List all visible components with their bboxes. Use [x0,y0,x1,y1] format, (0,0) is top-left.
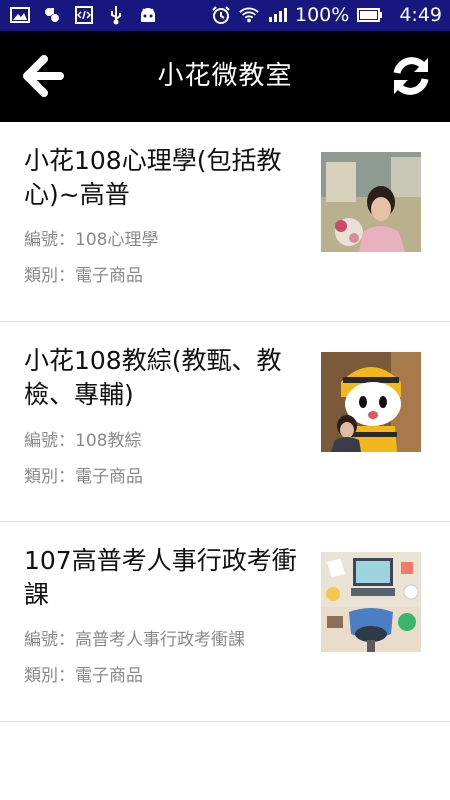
code-icon [74,6,94,24]
product-list: 小花108心理學(包括教心)~高普 編號：108心理學 類別：電子商品 小花10… [0,122,450,722]
refresh-icon [393,57,429,95]
status-bar: 100% 4:49 [0,0,450,31]
category-value: 電子商品 [75,666,143,686]
item-title: 107高普考人事行政考衝課 [24,546,297,609]
code-value: 高普考人事行政考衝課 [75,630,245,650]
code-label: 編號： [24,431,75,451]
page-title: 小花微教室 [157,61,293,91]
item-title: 小花108教綜(教甄、教檢、專輔) [24,346,282,409]
system-icons: 100% 4:49 [211,4,442,26]
category-value: 電子商品 [75,266,143,286]
refresh-button[interactable] [390,55,432,97]
battery-icon [357,6,383,24]
item-category: 類別：電子商品 [24,661,143,686]
item-thumbnail [321,352,421,452]
status-time: 4:49 [399,4,442,26]
wifi-icon [239,6,259,24]
app-bar: 小花微教室 [0,31,450,122]
battery-percent: 100% [295,4,350,26]
notification-icons [10,6,158,25]
code-value: 108心理學 [75,230,159,250]
item-code: 編號：108教綜 [24,426,141,451]
item-code: 編號：高普考人事行政考衝課 [24,625,245,650]
item-thumbnail [321,152,421,252]
android-icon [138,6,158,24]
code-label: 編號： [24,630,75,650]
item-code: 編號：108心理學 [24,225,158,250]
list-item[interactable]: 小花108教綜(教甄、教檢、專輔) 編號：108教綜 類別：電子商品 [0,322,450,522]
item-category: 類別：電子商品 [24,462,143,487]
item-thumbnail [321,552,421,652]
code-value: 108教綜 [75,431,142,451]
code-label: 編號： [24,230,75,250]
usb-icon [106,6,126,25]
item-category: 類別：電子商品 [24,261,143,286]
category-label: 類別： [24,266,75,286]
gallery-icon [10,6,30,24]
list-item[interactable]: 小花108心理學(包括教心)~高普 編號：108心理學 類別：電子商品 [0,122,450,322]
category-value: 電子商品 [75,467,143,487]
category-label: 類別： [24,467,75,487]
item-title: 小花108心理學(包括教心)~高普 [24,146,282,209]
alarm-icon [211,6,231,24]
category-label: 類別： [24,666,75,686]
signal-icon [267,6,287,24]
tools-icon [42,6,62,24]
list-item[interactable]: 107高普考人事行政考衝課 編號：高普考人事行政考衝課 類別：電子商品 [0,522,450,722]
